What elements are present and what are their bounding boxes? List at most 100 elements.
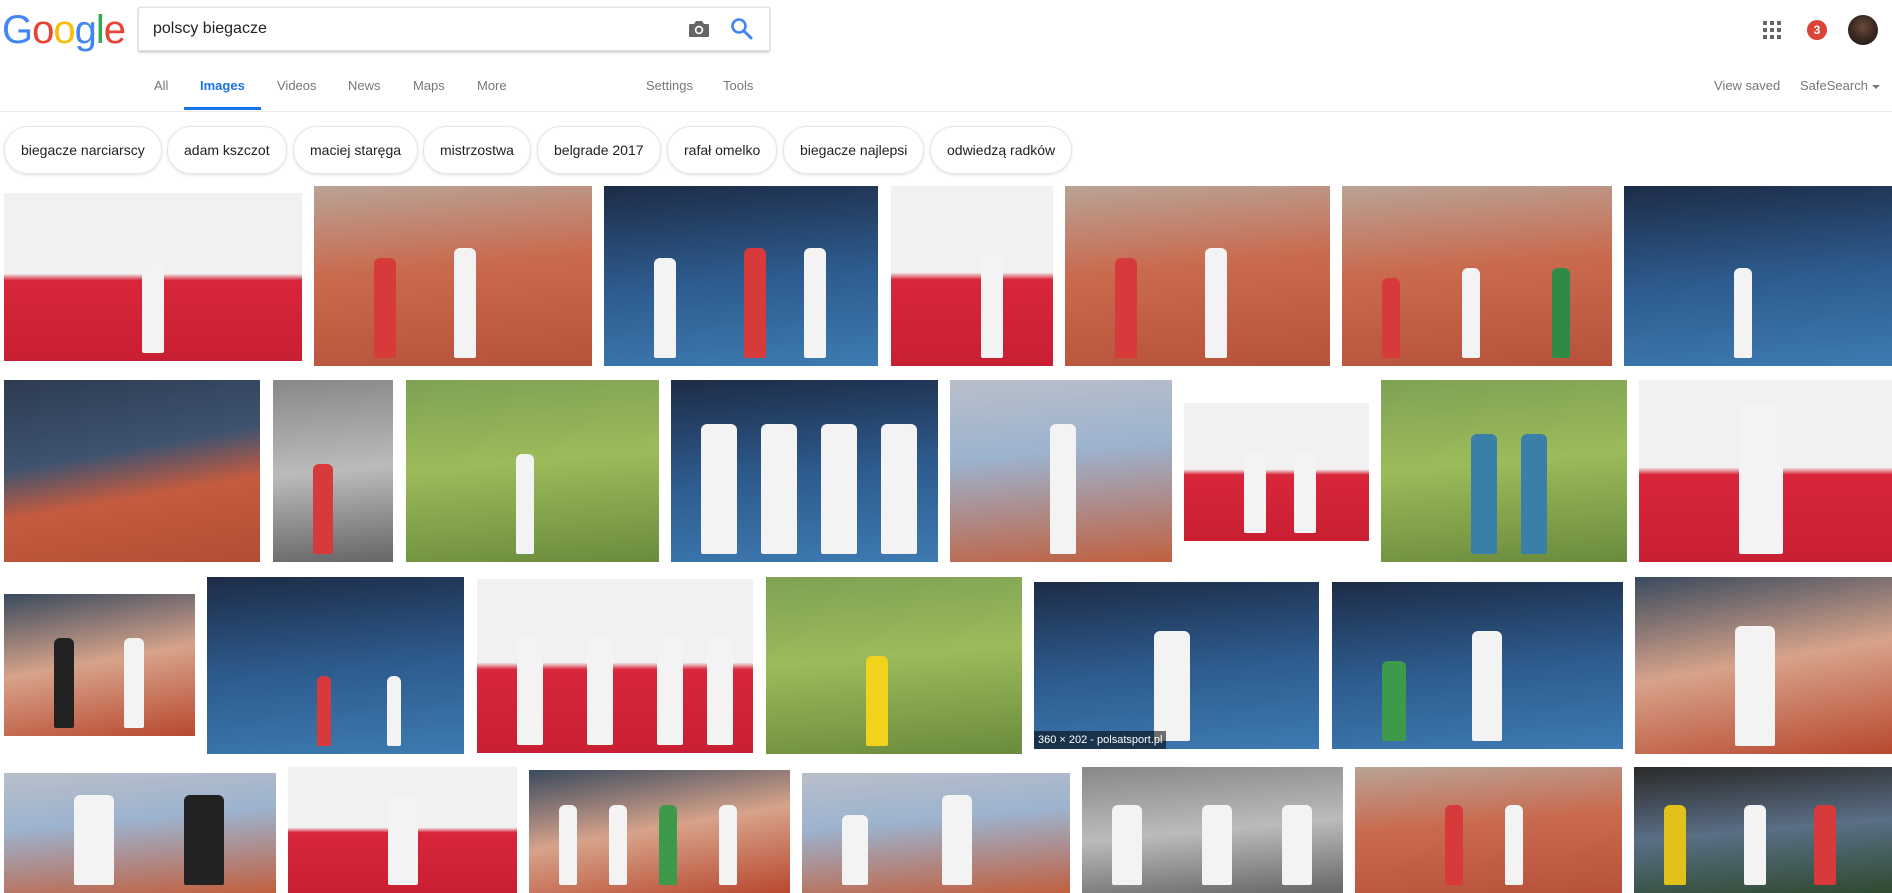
image-result[interactable]: [4, 193, 302, 361]
runner-figure: [1154, 631, 1190, 741]
logo-letter: g: [74, 8, 97, 52]
related-searches-chips: biegacze narciarscy adam kszczot maciej …: [0, 126, 1892, 176]
runner-figure: [1462, 268, 1480, 358]
safesearch-dropdown[interactable]: SafeSearch: [1800, 60, 1880, 112]
runner-figure: [1471, 434, 1497, 554]
runner-figure: [609, 805, 627, 885]
chip-biegacze-najlepsi[interactable]: biegacze najlepsi: [783, 126, 925, 174]
apps-grid-icon[interactable]: [1763, 21, 1781, 39]
tab-news[interactable]: News: [348, 60, 381, 112]
settings-link[interactable]: Settings: [646, 60, 693, 112]
image-result[interactable]: [1082, 767, 1343, 893]
avatar[interactable]: [1848, 15, 1878, 45]
chip-belgrade-2017[interactable]: belgrade 2017: [537, 126, 661, 174]
image-result[interactable]: [604, 186, 878, 366]
runner-figure: [657, 635, 683, 745]
runner-figure: [1382, 661, 1406, 741]
image-result[interactable]: [1355, 767, 1622, 893]
runner-figure: [659, 805, 677, 885]
runner-figure: [142, 263, 164, 353]
runner-figure: [1115, 258, 1137, 358]
runner-figure: [707, 635, 733, 745]
image-result[interactable]: [1065, 186, 1330, 366]
runner-figure: [761, 424, 797, 554]
tab-all[interactable]: All: [154, 60, 168, 112]
tools-link[interactable]: Tools: [723, 60, 753, 112]
runner-figure: [124, 638, 144, 728]
image-result[interactable]: [288, 767, 517, 893]
image-result[interactable]: [891, 186, 1053, 366]
image-result[interactable]: [1184, 403, 1369, 541]
image-result[interactable]: [1635, 577, 1892, 754]
chip-maciej-starega[interactable]: maciej staręga: [293, 126, 419, 174]
chip-odwiedza-radkow[interactable]: odwiedzą radków: [930, 126, 1073, 174]
image-result[interactable]: [207, 577, 464, 754]
image-result[interactable]: [1624, 186, 1892, 366]
runner-figure: [587, 635, 613, 745]
search-icon[interactable]: [729, 16, 755, 42]
logo-letter: G: [2, 8, 33, 52]
tab-more[interactable]: More: [477, 60, 507, 112]
runner-figure: [313, 464, 333, 554]
runner-figure: [1739, 404, 1783, 554]
runner-figure: [842, 815, 868, 885]
image-result[interactable]: [4, 594, 195, 736]
image-result[interactable]: [4, 773, 276, 893]
runner-figure: [317, 676, 331, 746]
image-result[interactable]: [802, 773, 1070, 893]
image-result[interactable]: [406, 380, 659, 562]
runner-figure: [1505, 805, 1523, 885]
runner-figure: [54, 638, 74, 728]
tab-maps[interactable]: Maps: [413, 60, 445, 112]
runner-figure: [866, 656, 888, 746]
logo-letter: l: [95, 8, 105, 52]
image-result[interactable]: [477, 579, 753, 753]
search-input[interactable]: [153, 8, 673, 50]
image-result[interactable]: [4, 380, 260, 562]
runner-figure: [74, 795, 114, 885]
image-result[interactable]: [950, 380, 1172, 562]
image-result[interactable]: [314, 186, 592, 366]
safesearch-label: SafeSearch: [1800, 78, 1868, 93]
chip-mistrzostwa[interactable]: mistrzostwa: [423, 126, 531, 174]
runner-figure: [654, 258, 676, 358]
image-result[interactable]: [529, 770, 790, 893]
chip-biegacze-narciarscy[interactable]: biegacze narciarscy: [4, 126, 162, 174]
image-result[interactable]: [273, 380, 393, 562]
runner-figure: [821, 424, 857, 554]
runner-figure: [719, 805, 737, 885]
runner-figure: [981, 248, 1003, 358]
runner-figure: [1294, 453, 1316, 533]
image-meta-caption: 360 × 202 - polsatsport.pl: [1034, 731, 1167, 749]
image-result[interactable]: [1342, 186, 1612, 366]
image-result[interactable]: [1332, 582, 1623, 749]
chip-rafal-omelko[interactable]: rafał omelko: [667, 126, 778, 174]
runner-figure: [374, 258, 396, 358]
image-result[interactable]: [766, 577, 1022, 754]
notifications-badge[interactable]: 3: [1807, 20, 1827, 40]
image-result[interactable]: [1381, 380, 1627, 562]
google-logo[interactable]: Google: [2, 6, 126, 54]
image-result-hovered[interactable]: 360 × 202 - polsatsport.pl: [1034, 582, 1319, 749]
runner-figure: [517, 635, 543, 745]
image-result[interactable]: [671, 380, 938, 562]
runner-figure: [1735, 626, 1775, 746]
view-saved-link[interactable]: View saved: [1714, 60, 1780, 112]
tab-videos[interactable]: Videos: [277, 60, 317, 112]
runner-figure: [1664, 805, 1686, 885]
runner-figure: [559, 805, 577, 885]
logo-letter: o: [53, 8, 75, 52]
image-result[interactable]: [1634, 767, 1892, 893]
runner-figure: [1734, 268, 1752, 358]
chip-adam-kszczot[interactable]: adam kszczot: [167, 126, 287, 174]
camera-icon[interactable]: [687, 18, 711, 40]
runner-figure: [804, 248, 826, 358]
runner-figure: [1244, 453, 1266, 533]
tab-images[interactable]: Images: [184, 60, 261, 110]
logo-letter: e: [103, 8, 126, 52]
runner-figure: [1202, 805, 1232, 885]
runner-figure: [1205, 248, 1227, 358]
runner-figure: [1112, 805, 1142, 885]
image-result[interactable]: [1639, 380, 1892, 562]
runner-figure: [516, 454, 534, 554]
